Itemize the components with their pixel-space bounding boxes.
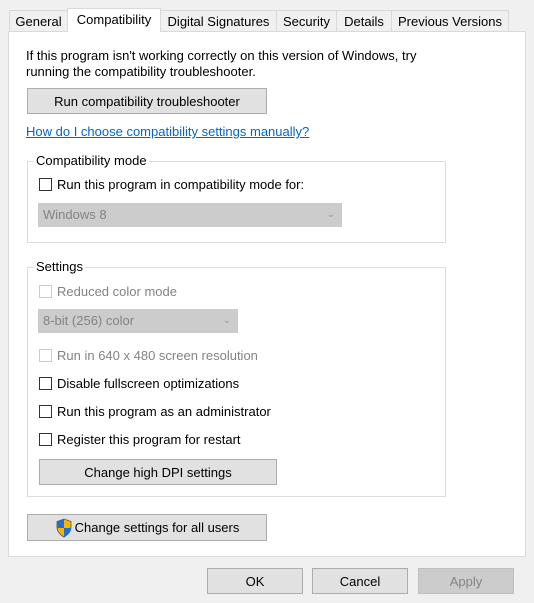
compat-mode-label: Run this program in compatibility mode f… xyxy=(57,177,305,192)
run-as-admin-label: Run this program as an administrator xyxy=(57,404,271,419)
help-link[interactable]: How do I choose compatibility settings m… xyxy=(26,124,309,139)
run-troubleshooter-button[interactable]: Run compatibility troubleshooter xyxy=(27,88,267,114)
change-dpi-button[interactable]: Change high DPI settings xyxy=(39,459,277,485)
fullscreen-opt-checkbox[interactable] xyxy=(39,377,52,390)
res640-checkbox[interactable] xyxy=(39,349,52,362)
tab-digital-signatures[interactable]: Digital Signatures xyxy=(160,10,277,31)
compat-mode-checkbox[interactable] xyxy=(39,178,52,191)
color-depth-value: 8-bit (256) color xyxy=(43,313,135,328)
tab-general[interactable]: General xyxy=(9,10,68,31)
change-all-users-label: Change settings for all users xyxy=(74,520,240,535)
run-as-admin-checkbox[interactable] xyxy=(39,405,52,418)
fullscreen-opt-label: Disable fullscreen optimizations xyxy=(57,376,240,391)
register-restart-checkbox[interactable] xyxy=(39,433,52,446)
cancel-button[interactable]: Cancel xyxy=(312,568,408,594)
settings-title: Settings xyxy=(34,259,85,274)
tab-details[interactable]: Details xyxy=(336,10,392,31)
tab-security[interactable]: Security xyxy=(276,10,337,31)
chevron-down-icon: ⌄ xyxy=(222,315,231,326)
reduced-color-label: Reduced color mode xyxy=(57,284,177,299)
reduced-color-checkbox[interactable] xyxy=(39,285,52,298)
intro-text-line2: running the compatibility troubleshooter… xyxy=(26,64,256,79)
tab-previous-versions[interactable]: Previous Versions xyxy=(391,10,509,31)
register-restart-label: Register this program for restart xyxy=(57,432,241,447)
compatibility-mode-title: Compatibility mode xyxy=(34,153,149,168)
compatibility-mode-group: Compatibility mode xyxy=(27,153,446,243)
apply-button[interactable]: Apply xyxy=(418,568,514,594)
change-all-users-button[interactable]: Change settings for all users xyxy=(27,514,267,541)
ok-button[interactable]: OK xyxy=(207,568,303,594)
compat-os-value: Windows 8 xyxy=(43,207,107,222)
chevron-down-icon: ⌄ xyxy=(326,209,335,220)
compat-os-dropdown[interactable]: Windows 8 ⌄ xyxy=(38,203,342,227)
color-depth-dropdown[interactable]: 8-bit (256) color ⌄ xyxy=(38,309,238,333)
uac-shield-icon xyxy=(56,518,72,537)
res640-label: Run in 640 x 480 screen resolution xyxy=(57,348,258,363)
intro-text-line1: If this program isn't working correctly … xyxy=(26,48,417,63)
tab-compatibility[interactable]: Compatibility xyxy=(67,8,161,32)
